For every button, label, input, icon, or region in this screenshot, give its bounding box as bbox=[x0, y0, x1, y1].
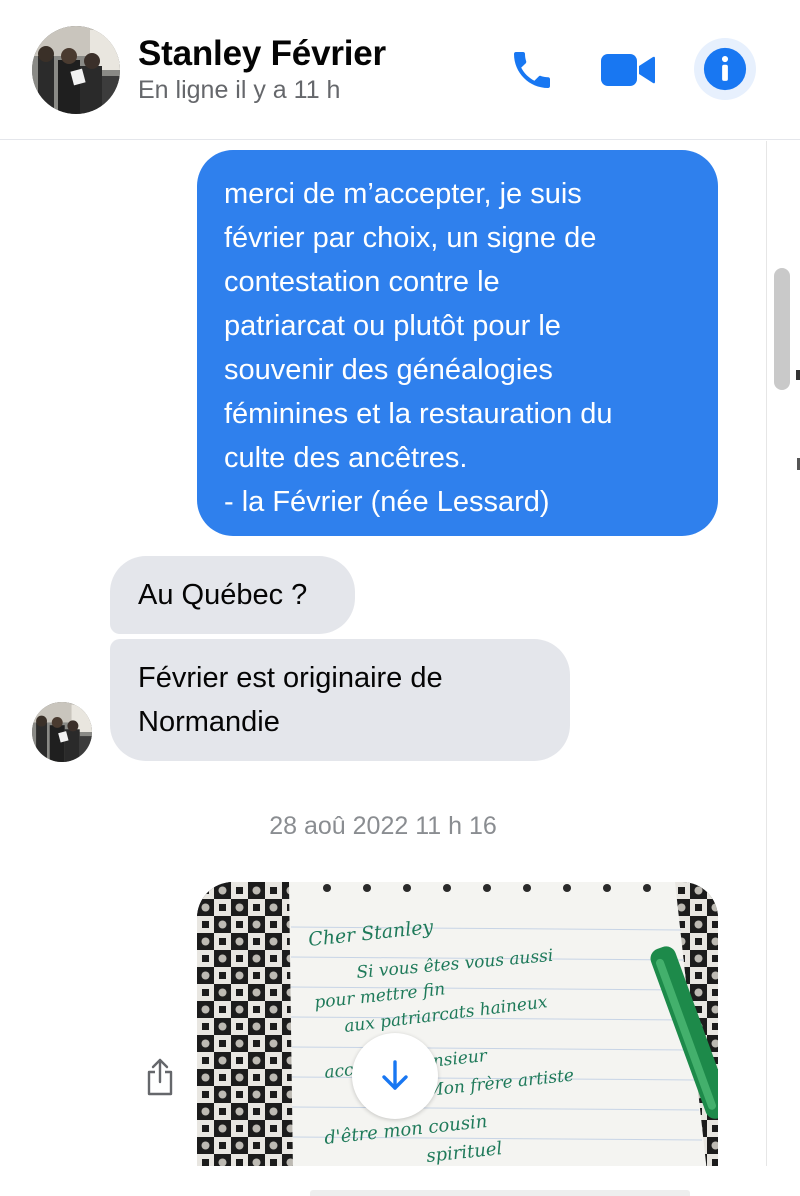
next-message-edge bbox=[310, 1190, 690, 1196]
share-button[interactable] bbox=[140, 1055, 180, 1099]
video-camera-icon bbox=[601, 54, 655, 86]
message-text: merci de m’accepter, je suis février par… bbox=[224, 178, 613, 518]
video-call-button[interactable] bbox=[600, 42, 656, 98]
incoming-message[interactable]: Au Québec ? bbox=[110, 556, 355, 634]
scrollbar-thumb[interactable] bbox=[774, 268, 790, 390]
share-icon bbox=[147, 1058, 173, 1096]
info-icon bbox=[703, 47, 747, 91]
message-text: Février est originaire de Normandie bbox=[138, 662, 443, 738]
contact-avatar[interactable] bbox=[32, 26, 120, 114]
message-timestamp: 28 aoû 2022 11 h 16 bbox=[269, 812, 497, 840]
conversation-header: Stanley Février En ligne il y a 11 h bbox=[0, 0, 800, 140]
phone-icon bbox=[514, 52, 550, 88]
online-status: En ligne il y a 11 h bbox=[138, 76, 341, 104]
sender-avatar[interactable] bbox=[32, 702, 92, 762]
incoming-message[interactable]: Février est originaire de Normandie bbox=[110, 639, 570, 761]
download-arrow-icon bbox=[382, 1060, 408, 1090]
outgoing-message[interactable]: merci de m’accepter, je suis février par… bbox=[197, 150, 718, 536]
contact-name[interactable]: Stanley Février bbox=[138, 34, 386, 74]
message-text: Au Québec ? bbox=[138, 579, 308, 611]
call-button[interactable] bbox=[504, 42, 560, 98]
download-button[interactable] bbox=[352, 1033, 438, 1119]
info-button[interactable] bbox=[694, 38, 756, 100]
edge-artifact bbox=[796, 370, 800, 380]
photo-attachment[interactable]: Cher Stanley Si vous êtes vous aussi pou… bbox=[197, 882, 718, 1172]
